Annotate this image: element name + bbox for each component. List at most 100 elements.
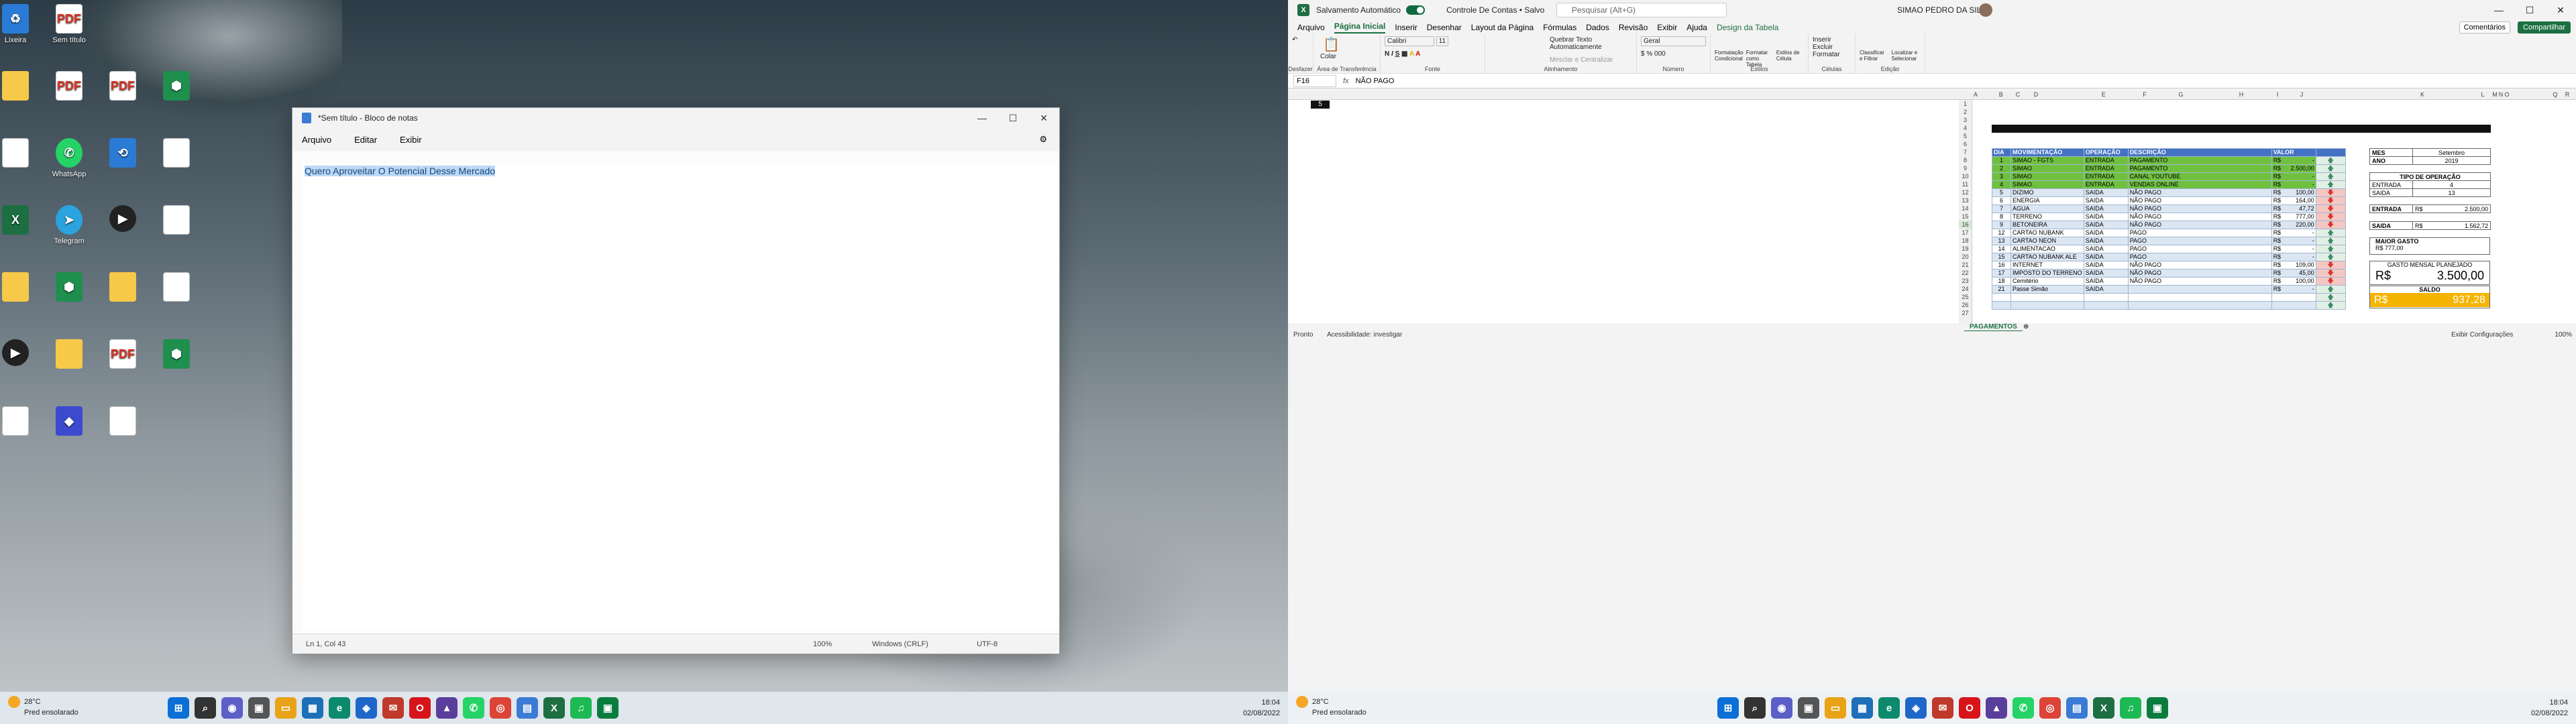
task-view-icon[interactable]: ▣ [1798,697,1819,719]
cell-valor[interactable]: R$ - [2271,229,2316,237]
cell-valor[interactable]: R$ 47,72 [2271,204,2316,213]
arrow-down-icon[interactable]: 🡇 [2315,213,2346,221]
paste-button[interactable]: Colar [1320,53,1376,60]
row-header[interactable]: 16 [1959,221,1972,229]
tab-arquivo[interactable]: Arquivo [1297,23,1325,34]
delete-button[interactable]: Excluir [1813,44,1851,51]
cell-dia[interactable]: 1 [1992,156,2011,165]
cell-operacao[interactable]: SAIDA [2083,213,2129,221]
ano-value[interactable]: 2019 [2412,156,2491,165]
desktop-icon[interactable]: ▶ [0,339,44,369]
arrow-up-icon[interactable]: 🡅 [2315,164,2346,173]
column-header[interactable]: H [2237,91,2246,98]
display-settings[interactable]: Exibir Configurações [2451,331,2513,339]
undo-icon[interactable]: ↶ [1292,36,1309,44]
cell-descricao[interactable]: NÃO PAGO [2127,213,2272,221]
arrow-up-icon[interactable]: 🡅 [2315,245,2346,253]
cell-operacao[interactable]: ENTRADA [2083,164,2129,173]
row-header[interactable]: 10 [1959,172,1972,180]
tab-exibir[interactable]: Exibir [1657,23,1677,34]
column-header[interactable]: I [2273,91,2282,98]
desktop-icon[interactable] [0,272,44,304]
col-header-operacao[interactable]: OPERAÇÃO [2083,148,2129,157]
cell-movimentacao[interactable]: SIMAO - FGTS [2010,156,2084,165]
menu-editar[interactable]: Editar [354,135,377,145]
minimize-icon[interactable]: — [2483,5,2514,16]
cell-dia[interactable]: 2 [1992,164,2011,173]
cell-dia[interactable]: 12 [1992,229,2011,237]
cell-descricao[interactable] [2127,301,2272,310]
cell-dia[interactable]: 4 [1992,180,2011,189]
format-button[interactable]: Formatar [1813,51,1851,58]
excel-titlebar[interactable]: X Salvamento Automático Controle De Cont… [1288,0,2576,20]
add-sheet-icon[interactable]: ⊕ [2023,323,2029,330]
table-row[interactable]: 16 INTERNET SAIDA NÃO PAGO R$ 109,00 🡇 [1992,261,2346,269]
cell-movimentacao[interactable] [2010,301,2084,310]
column-header[interactable]: D [2031,91,2041,98]
desktop-icon[interactable]: ✆ WhatsApp [40,138,98,178]
cell-operacao[interactable]: SAIDA [2083,245,2129,253]
table-row[interactable]: 5 DIZIMO SAIDA NÃO PAGO R$ 100,00 🡇 [1992,188,2346,197]
saida-count[interactable]: 13 [2412,188,2491,197]
notepad-text-area[interactable]: Quero Aproveitar O Potencial Desse Merca… [302,163,1059,631]
table-row[interactable]: 🡅 [1992,301,2346,310]
cell-valor[interactable]: R$ 2.500,00 [2271,164,2316,173]
row-header[interactable]: 25 [1959,293,1972,301]
avatar[interactable] [1979,3,1992,17]
notepad-window[interactable]: *Sem título - Bloco de notas — ☐ ✕ Arqui… [292,107,1060,654]
cell-a1[interactable]: 5 [1311,101,1330,109]
cell-valor[interactable]: R$ 109,00 [2271,261,2316,269]
name-box[interactable]: F16 [1293,74,1336,87]
row-header[interactable]: 12 [1959,188,1972,196]
arrow-down-icon[interactable]: 🡇 [2315,204,2346,213]
cell-movimentacao[interactable]: SIMAO [2010,172,2084,181]
row-header[interactable]: 24 [1959,285,1972,293]
cell-valor[interactable]: R$ 45,00 [2271,269,2316,278]
app-icon[interactable]: ▲ [436,697,458,719]
desktop-icon[interactable]: ◆ [40,406,98,438]
arrow-up-icon[interactable]: 🡅 [2315,180,2346,189]
cell-valor[interactable]: R$ - [2271,253,2316,261]
paste-icon[interactable]: 📋 [1323,36,1376,53]
user-name[interactable]: SIMAO PEDRO DA SILVA [1897,5,1991,15]
cell-movimentacao[interactable]: CARTAO NEON [2010,237,2084,245]
cell-movimentacao[interactable]: TERRENO [2010,213,2084,221]
cell-descricao[interactable] [2127,285,2272,294]
menu-arquivo[interactable]: Arquivo [302,135,331,145]
arrow-up-icon[interactable]: 🡅 [2315,172,2346,181]
cell-dia[interactable]: 5 [1992,188,2011,197]
cell-dia[interactable]: 9 [1992,221,2011,229]
column-header[interactable]: O [2502,91,2512,98]
cell-operacao[interactable]: ENTRADA [2083,172,2129,181]
table-row[interactable]: 1 SIMAO - FGTS ENTRADA PAGAMENTO R$ - 🡅 [1992,156,2346,165]
cell-operacao[interactable]: SAIDA [2083,229,2129,237]
arrow-down-icon[interactable]: 🡇 [2315,221,2346,229]
chrome-icon[interactable]: ◎ [490,697,511,719]
row-header[interactable]: 22 [1959,269,1972,277]
cell-valor[interactable]: R$ - [2271,245,2316,253]
saida-total[interactable]: 1.562,72 [2465,223,2488,229]
opera-icon[interactable]: O [1959,697,1980,719]
spotify-icon[interactable]: ♫ [2120,697,2141,719]
cell-dia[interactable]: 13 [1992,237,2011,245]
column-header[interactable]: Q [2551,91,2560,98]
col-header-movimentacao[interactable]: MOVIMENTAÇÃO [2010,148,2084,157]
table-row[interactable]: 9 BETONEIRA SAIDA NÃO PAGO R$ 220,00 🡇 [1992,221,2346,229]
desktop-icon[interactable]: ⟲ [94,138,152,170]
cell-movimentacao[interactable]: IMPOSTO DO TERRENO [2010,269,2084,278]
row-header[interactable]: 27 [1959,309,1972,317]
row-header[interactable]: 4 [1959,124,1972,132]
clock[interactable]: 18:04 02/08/2022 [1243,697,1280,719]
cell-dia[interactable]: 8 [1992,213,2011,221]
payments-table[interactable]: DIA MOVIMENTAÇÃO OPERAÇÃO DESCRIÇÃO VALO… [1992,148,2346,310]
app-icon[interactable]: ▣ [597,697,619,719]
cell-descricao[interactable]: NÃO PAGO [2127,277,2272,286]
windows-icon[interactable]: ⊞ [168,697,189,719]
cell-descricao[interactable]: NÃO PAGO [2127,261,2272,269]
app-icon[interactable]: ▲ [1986,697,2007,719]
cell-operacao[interactable]: SAIDA [2083,237,2129,245]
whatsapp-icon[interactable]: ✆ [463,697,484,719]
whatsapp-icon[interactable]: ✆ [2012,697,2034,719]
tab-ajuda[interactable]: Ajuda [1686,23,1707,34]
cell-descricao[interactable]: PAGO [2127,237,2272,245]
